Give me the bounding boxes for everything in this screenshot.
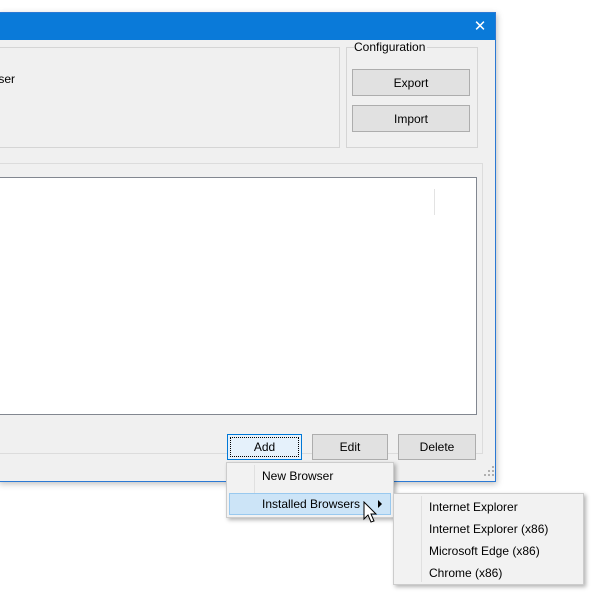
list-column-divider xyxy=(434,189,435,215)
menu-item-label: Installed Browsers xyxy=(262,497,361,511)
submenu-item-chrome-x86[interactable]: Chrome (x86) xyxy=(396,562,581,584)
menu-item-new-browser[interactable]: New Browser xyxy=(229,465,391,487)
close-icon: ✕ xyxy=(473,18,487,35)
title-bar[interactable]: ✕ xyxy=(0,13,495,40)
browser-settings-group xyxy=(0,47,340,148)
export-button[interactable]: Export xyxy=(352,69,470,96)
configuration-legend: Configuration xyxy=(354,40,428,54)
partial-label: ser xyxy=(0,72,15,86)
delete-button[interactable]: Delete xyxy=(398,434,476,460)
configuration-group xyxy=(346,47,478,148)
browser-list[interactable] xyxy=(0,177,477,415)
submenu-item-microsoft-edge-x86[interactable]: Microsoft Edge (x86) xyxy=(396,540,581,562)
add-button[interactable]: Add xyxy=(227,434,302,460)
submenu-item-internet-explorer-x86[interactable]: Internet Explorer (x86) xyxy=(396,518,581,540)
installed-browsers-submenu: Internet Explorer Internet Explorer (x86… xyxy=(393,493,584,585)
import-button[interactable]: Import xyxy=(352,105,470,132)
edit-button[interactable]: Edit xyxy=(312,434,388,460)
submenu-item-internet-explorer[interactable]: Internet Explorer xyxy=(396,496,581,518)
mouse-cursor-icon xyxy=(363,501,378,523)
resize-grip-icon[interactable] xyxy=(484,466,494,476)
close-button[interactable]: ✕ xyxy=(465,13,495,40)
